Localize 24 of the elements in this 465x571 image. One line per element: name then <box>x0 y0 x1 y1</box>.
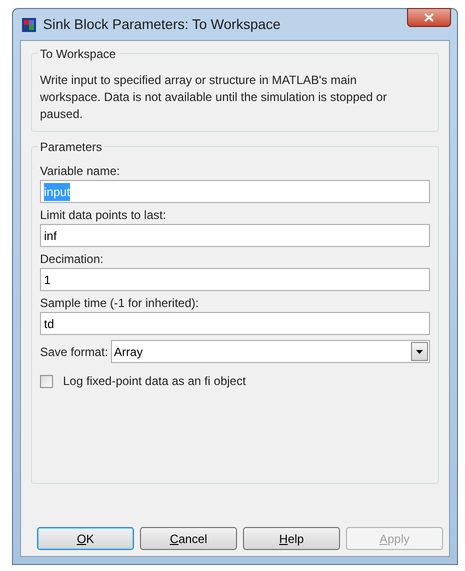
app-icon <box>21 16 37 32</box>
dialog-button[interactable]: Help <box>243 527 340 550</box>
field-value: input <box>44 182 70 200</box>
text-field[interactable]: td <box>40 312 430 335</box>
field-value: 1 <box>44 272 51 288</box>
description-text: Write input to specified array or structure in MATLAB's main workspace. Data is not available until the simulation is stopped or paused. <box>40 72 388 123</box>
field-label: Sample time (-1 for inherited): <box>40 295 200 312</box>
close-button[interactable] <box>407 8 451 27</box>
field-label: Limit data points to last: <box>40 207 168 224</box>
dropdown-value: Array <box>114 344 144 360</box>
window-title: Sink Block Parameters: To Workspace <box>43 15 281 34</box>
text-field[interactable]: 1 <box>40 268 430 291</box>
field-value: td <box>44 316 54 332</box>
text-field[interactable]: inf <box>40 224 430 247</box>
save-format-label: Save format: <box>40 344 108 360</box>
save-format-dropdown[interactable]: Array <box>111 340 430 363</box>
field-value: inf <box>44 228 57 244</box>
checkbox-label: Log fixed-point data as an fi object <box>63 373 246 390</box>
close-icon <box>424 13 434 22</box>
dialog-button[interactable]: Cancel <box>140 527 237 550</box>
field-label: Decimation: <box>40 251 104 268</box>
dialog-button[interactable]: OK <box>37 527 134 550</box>
field-label: Variable name: <box>40 163 121 180</box>
checkbox[interactable] <box>40 374 53 388</box>
